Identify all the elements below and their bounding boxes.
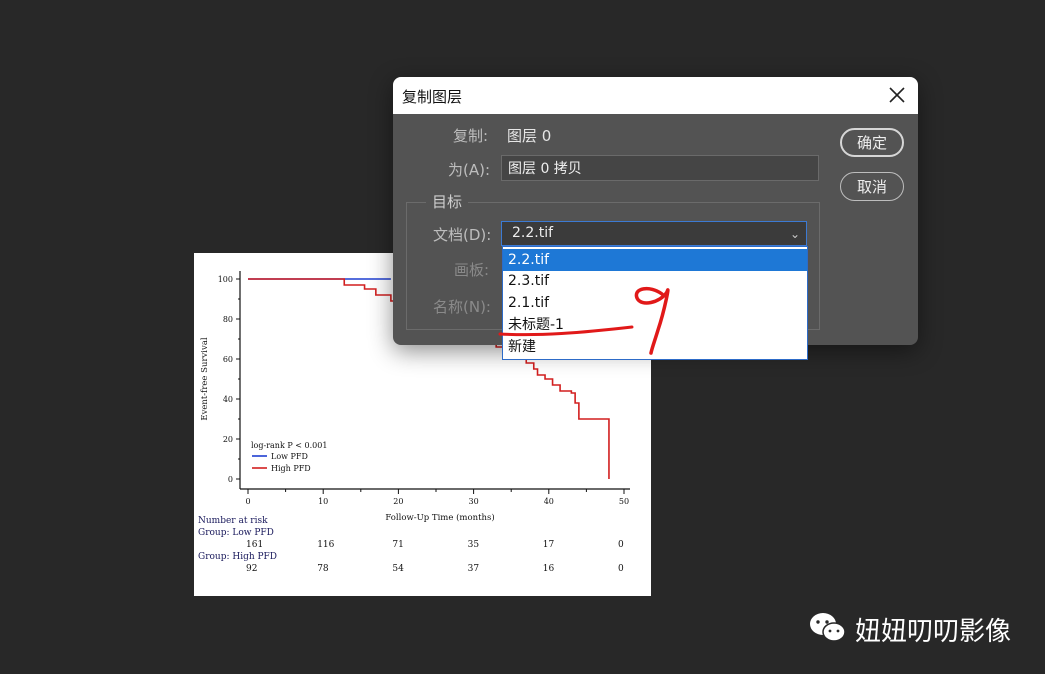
document-option[interactable]: 未标题-1 (503, 314, 807, 336)
artboard-label: 画板: (454, 261, 490, 279)
x-tick-label: 30 (469, 497, 479, 506)
risk-count: 116 (317, 540, 335, 550)
cancel-button[interactable]: 取消 (840, 172, 904, 201)
watermark-text: 妞妞叨叨影像 (855, 617, 1012, 647)
wechat-icon (810, 613, 846, 642)
risk-count: 71 (392, 540, 404, 550)
y-tick-label: 80 (223, 315, 233, 324)
x-tick-label: 20 (393, 497, 403, 506)
as-label: 为(A): (448, 161, 491, 179)
document-option[interactable]: 2.3.tif (503, 270, 807, 292)
document-label: 文档(D): (433, 226, 492, 244)
risk-group-low-label: Group: Low PFD (198, 528, 274, 538)
risk-count: 92 (246, 564, 258, 574)
copy-value: 图层 0 (507, 127, 552, 145)
risk-table-header: Number at risk (198, 516, 268, 526)
risk-count: 17 (542, 540, 555, 550)
name-label: 名称(N): (433, 298, 491, 316)
close-icon[interactable] (886, 84, 908, 106)
dialog-title: 复制图层 (402, 88, 463, 106)
legend-label: High PFD (271, 464, 311, 473)
x-tick-label: 10 (318, 497, 328, 506)
y-axis-label: Event-free Survival (200, 337, 210, 421)
x-tick-label: 50 (619, 497, 629, 506)
y-tick-label: 100 (218, 275, 233, 284)
target-group-label: 目标 (426, 191, 469, 212)
legend-label: Low PFD (271, 452, 308, 461)
y-tick-label: 0 (228, 475, 233, 484)
watermark: 妞妞叨叨影像 (808, 610, 1028, 647)
ok-button[interactable]: 确定 (840, 128, 904, 157)
copy-label: 复制: (453, 127, 489, 145)
risk-count: 54 (392, 564, 404, 574)
chevron-down-icon: ⌄ (789, 227, 800, 241)
document-select-value: 2.2.tif (512, 225, 554, 241)
dialog-titlebar[interactable]: 复制图层 (393, 77, 918, 114)
document-option[interactable]: 2.2.tif (503, 249, 807, 271)
x-tick-label: 40 (544, 497, 554, 506)
document-option[interactable]: 2.1.tif (503, 292, 807, 314)
risk-count: 78 (317, 564, 329, 574)
document-option[interactable]: 新建 (503, 336, 807, 358)
document-dropdown-list[interactable]: 2.2.tif 2.3.tif 2.1.tif 未标题-1 新建 (502, 246, 808, 360)
document-select[interactable]: 2.2.tif ⌄ (501, 221, 807, 246)
risk-count: 0 (618, 540, 624, 550)
y-tick-label: 40 (223, 395, 233, 404)
y-tick-label: 60 (223, 355, 233, 364)
risk-count: 37 (467, 564, 480, 574)
risk-count: 161 (246, 540, 264, 550)
y-tick-label: 20 (223, 435, 233, 444)
as-name-input[interactable] (501, 155, 819, 181)
risk-count: 0 (618, 564, 624, 574)
risk-count: 35 (467, 540, 480, 550)
x-axis-label: Follow-Up Time (months) (385, 512, 494, 523)
x-tick-label: 0 (245, 497, 250, 506)
risk-count: 16 (542, 564, 555, 574)
logrank-annotation: log-rank P < 0.001 (251, 441, 327, 450)
risk-group-high-label: Group: High PFD (198, 552, 278, 562)
